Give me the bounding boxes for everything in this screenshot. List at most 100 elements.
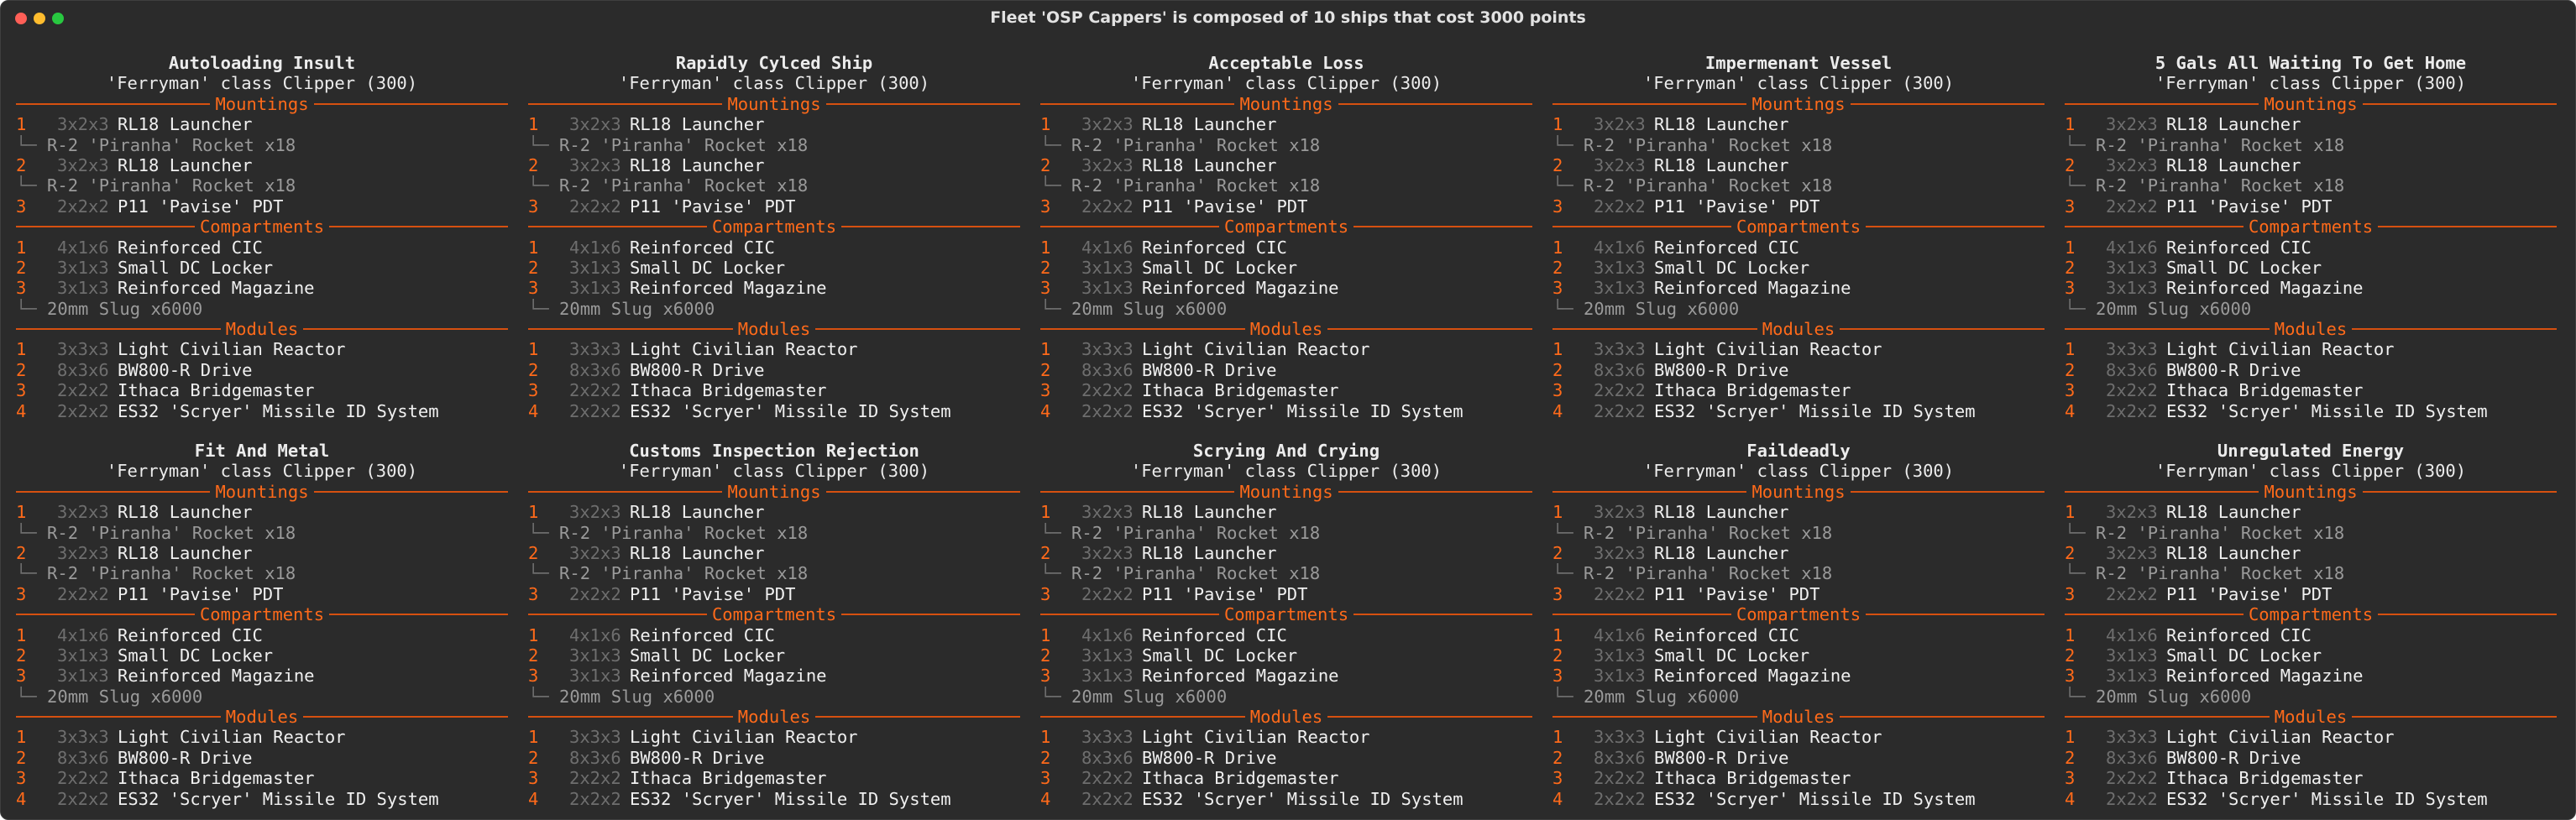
module-row: 4 2x2x2 ES32 'Scryer' Missile ID System (2065, 401, 2557, 421)
section-label: Mountings (215, 481, 309, 502)
section-label: Modules (1249, 319, 1323, 340)
slot-size: 3x1x3 (57, 257, 109, 278)
item-name: Reinforced CIC (2166, 237, 2312, 258)
slot-size: 2x2x2 (1081, 583, 1134, 604)
compartment-row: 3 3x1x3 Reinforced Magazine (1040, 666, 1532, 686)
ship-card: Autoloading Insult 'Ferryman' class Clipp… (16, 53, 509, 441)
slot-size: 2x2x2 (2106, 400, 2158, 421)
item-name: Reinforced Magazine (1142, 666, 1339, 687)
item-name: Small DC Locker (1654, 645, 1810, 666)
mounting-row: 3 2x2x2 P11 'Pavise' PDT (1552, 584, 2045, 604)
item-name: Light Civilian Reactor (1142, 727, 1370, 748)
slot-size: 4x1x6 (1594, 237, 1646, 258)
ammo-name: R-2 'Piranha' Rocket x18 (1584, 175, 1833, 196)
ammo-row: └─ R-2 'Piranha' Rocket x18 (16, 175, 508, 196)
ammo-name: R-2 'Piranha' Rocket x18 (2096, 563, 2345, 584)
slot-number: 3 (1040, 666, 1051, 687)
item-name: BW800-R Drive (1142, 747, 1277, 768)
section-header: Compartments (528, 217, 1021, 238)
section-header: Mountings (16, 94, 508, 114)
item-name: ES32 'Scryer' Missile ID System (2166, 788, 2488, 809)
slot-number: 3 (1040, 380, 1051, 401)
ship-class: 'Ferryman' class Clipper (300) (2155, 73, 2467, 94)
ammo-name: R-2 'Piranha' Rocket x18 (47, 522, 296, 543)
item-name: Small DC Locker (1654, 257, 1810, 278)
ammo-name: 20mm Slug x6000 (1584, 298, 1740, 319)
ammo-row: └─ 20mm Slug x6000 (1552, 299, 2045, 319)
slot-size: 3x1x3 (57, 645, 109, 666)
slot-size: 3x1x3 (1594, 257, 1646, 278)
section-label: Mountings (727, 481, 821, 502)
slot-size: 4x1x6 (569, 237, 621, 258)
section-rule (2362, 102, 2557, 105)
slot-size: 2x2x2 (2106, 380, 2158, 401)
section-rule (2065, 490, 2259, 493)
item-name: Reinforced Magazine (1142, 278, 1339, 299)
ammo-name: 20mm Slug x6000 (2096, 686, 2252, 707)
slot-number: 1 (1552, 114, 1563, 135)
slot-number: 2 (1552, 257, 1563, 278)
slot-size: 3x2x3 (1594, 502, 1646, 523)
section-header: Modules (2065, 319, 2557, 339)
item-name: BW800-R Drive (630, 359, 765, 380)
ammo-name: R-2 'Piranha' Rocket x18 (1584, 134, 1833, 155)
ammo-name: 20mm Slug x6000 (2096, 298, 2252, 319)
ship-card: Faildeadly 'Ferryman' class Clipper (300)… (1552, 441, 2045, 819)
slot-number: 2 (1040, 747, 1051, 768)
ship-class: 'Ferryman' class Clipper (300) (2155, 461, 2467, 482)
slot-size: 3x3x3 (2106, 727, 2158, 748)
item-name: ES32 'Scryer' Missile ID System (1654, 400, 1976, 421)
item-name: ES32 'Scryer' Missile ID System (1654, 788, 1976, 809)
module-row: 4 2x2x2 ES32 'Scryer' Missile ID System (1552, 789, 2045, 809)
mounting-row: 2 3x2x3 RL18 Launcher (528, 155, 1020, 175)
tree-branch-icon: └─ (1552, 563, 1573, 584)
slot-size: 4x1x6 (1594, 624, 1646, 645)
slot-number: 3 (528, 196, 539, 217)
section-label: Modules (225, 707, 299, 728)
slot-number: 1 (2065, 114, 2076, 135)
module-row: 3 2x2x2 Ithaca Bridgemaster (1552, 768, 2045, 788)
slot-number: 3 (1552, 768, 1563, 789)
section-label: Compartments (711, 604, 837, 625)
item-name: RL18 Launcher (2166, 502, 2301, 523)
section-rule (2065, 716, 2270, 718)
section-label: Modules (1249, 707, 1323, 728)
item-name: RL18 Launcher (1654, 114, 1789, 135)
slot-size: 8x3x6 (569, 359, 621, 380)
section-rule (1040, 328, 1245, 331)
slot-number: 2 (2065, 257, 2076, 278)
section-rule (1552, 614, 1731, 616)
slot-size: 3x3x3 (2106, 339, 2158, 360)
ammo-name: 20mm Slug x6000 (1584, 686, 1740, 707)
ammo-row: └─ R-2 'Piranha' Rocket x18 (1552, 135, 2045, 155)
slot-number: 3 (16, 666, 27, 687)
mounting-row: 1 3x2x3 RL18 Launcher (528, 114, 1020, 134)
item-name: RL18 Launcher (1654, 542, 1789, 563)
slot-size: 8x3x6 (2106, 747, 2158, 768)
slot-number: 2 (1040, 359, 1051, 380)
ship-name: Acceptable Loss (1208, 53, 1364, 73)
ammo-row: └─ R-2 'Piranha' Rocket x18 (2065, 135, 2557, 155)
slot-size: 2x2x2 (2106, 788, 2158, 809)
mounting-row: 1 3x2x3 RL18 Launcher (1040, 114, 1532, 134)
mounting-row: 3 2x2x2 P11 'Pavise' PDT (1040, 196, 1532, 217)
item-name: RL18 Launcher (118, 502, 253, 523)
section-label: Modules (2274, 707, 2348, 728)
section-rule (1338, 102, 1532, 105)
section-label: Compartments (711, 217, 837, 238)
module-row: 2 8x3x6 BW800-R Drive (1040, 360, 1532, 380)
tree-branch-icon: └─ (16, 175, 37, 196)
section-label: Mountings (727, 93, 821, 114)
module-row: 2 8x3x6 BW800-R Drive (528, 360, 1020, 380)
slot-size: 3x2x3 (57, 154, 109, 175)
section-rule (528, 716, 733, 718)
section-header: Mountings (1552, 482, 2045, 502)
mounting-row: 3 2x2x2 P11 'Pavise' PDT (1040, 584, 1532, 604)
compartment-row: 3 3x1x3 Reinforced Magazine (2065, 278, 2557, 298)
ship-name: 5 Gals All Waiting To Get Home (2155, 53, 2467, 73)
ammo-row: └─ 20mm Slug x6000 (16, 687, 508, 707)
ammo-row: └─ R-2 'Piranha' Rocket x18 (1040, 523, 1532, 543)
section-rule (1327, 328, 1532, 331)
module-row: 2 8x3x6 BW800-R Drive (1040, 748, 1532, 768)
section-rule (1850, 490, 2045, 493)
